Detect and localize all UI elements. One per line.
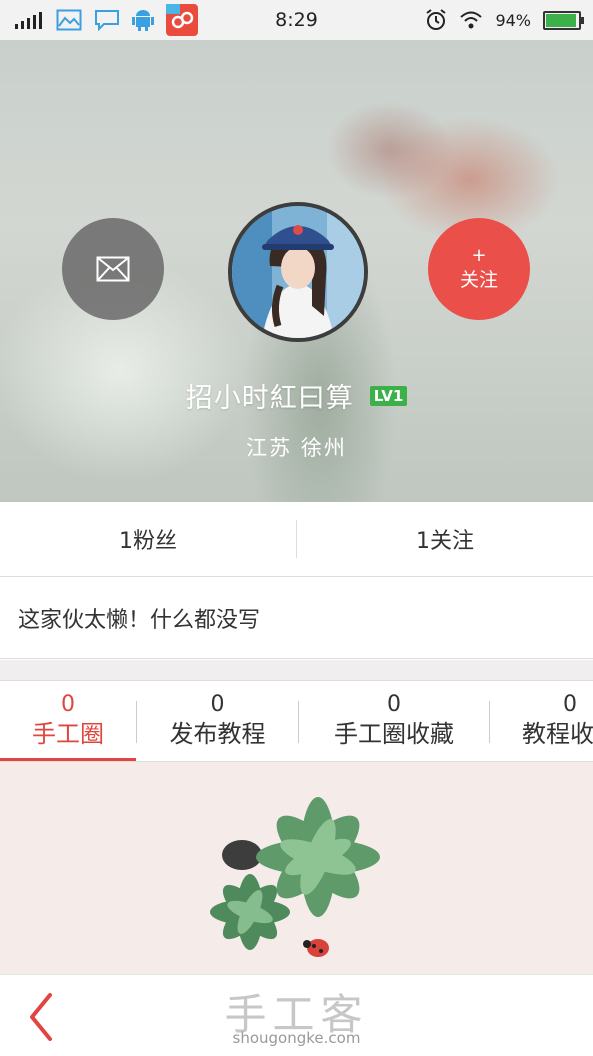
tab-count: 0: [61, 692, 75, 717]
avatar[interactable]: [228, 202, 368, 342]
avatar-photo: [232, 206, 364, 338]
tab-label: 手工圈: [32, 720, 104, 748]
follow-label: 关注: [459, 268, 498, 291]
battery-percent: 94%: [495, 10, 531, 30]
tab-bar: 0 手工圈 0 发布教程 0 手工圈收藏 0 教程收藏: [0, 681, 593, 762]
username: 招小时紅曰算: [185, 383, 354, 414]
tab-count: 0: [387, 692, 401, 717]
follow-button[interactable]: + 关注: [428, 218, 530, 320]
tab-count: 0: [210, 692, 225, 717]
battery-icon: [543, 10, 584, 30]
signal-icon: [15, 12, 42, 29]
empty-state: [0, 762, 593, 974]
alarm-icon: [426, 9, 447, 30]
chat-icon: [95, 10, 119, 31]
bio-text: 这家伙太懒！什么都没写: [0, 577, 593, 659]
android-icon: [132, 10, 154, 31]
message-button[interactable]: [62, 218, 164, 320]
location: 江苏 徐州: [246, 436, 347, 460]
tab-label: 发布教程: [169, 720, 266, 748]
stats-bar: 1粉丝 1关注: [0, 502, 593, 577]
gallery-icon: [56, 9, 82, 31]
tab-circle-favorites[interactable]: 0 手工圈收藏: [299, 681, 489, 761]
ladybug-icon: [303, 939, 329, 957]
app-icon: [166, 4, 198, 36]
brand-url: shougongke.com: [232, 1029, 361, 1047]
following-count[interactable]: 1关注: [297, 502, 593, 576]
section-gap: [0, 660, 593, 681]
wifi-icon: [460, 11, 483, 29]
tab-published-tutorials[interactable]: 0 发布教程: [137, 681, 298, 761]
tab-label: 手工圈收藏: [334, 720, 454, 748]
succulent-illustration: [210, 797, 380, 957]
tab-handcraft-circle[interactable]: 0 手工圈: [0, 681, 136, 761]
status-bar: 8:29 94%: [0, 0, 593, 40]
level-badge: LV1: [369, 385, 408, 406]
envelope-icon: [96, 256, 130, 282]
tab-label: 教程收藏: [522, 720, 593, 748]
tab-count: 0: [563, 692, 577, 717]
plus-icon: +: [471, 244, 487, 266]
username-row: 招小时紅曰算 LV1: [0, 376, 593, 415]
bottom-bar: 手工客 shougongke.com: [0, 974, 593, 1056]
tab-tutorial-favorites[interactable]: 0 教程收藏: [490, 681, 593, 761]
profile-header: + 关注 招小时紅曰算 LV1 江苏 徐州: [0, 40, 593, 502]
fans-count[interactable]: 1粉丝: [0, 502, 296, 576]
